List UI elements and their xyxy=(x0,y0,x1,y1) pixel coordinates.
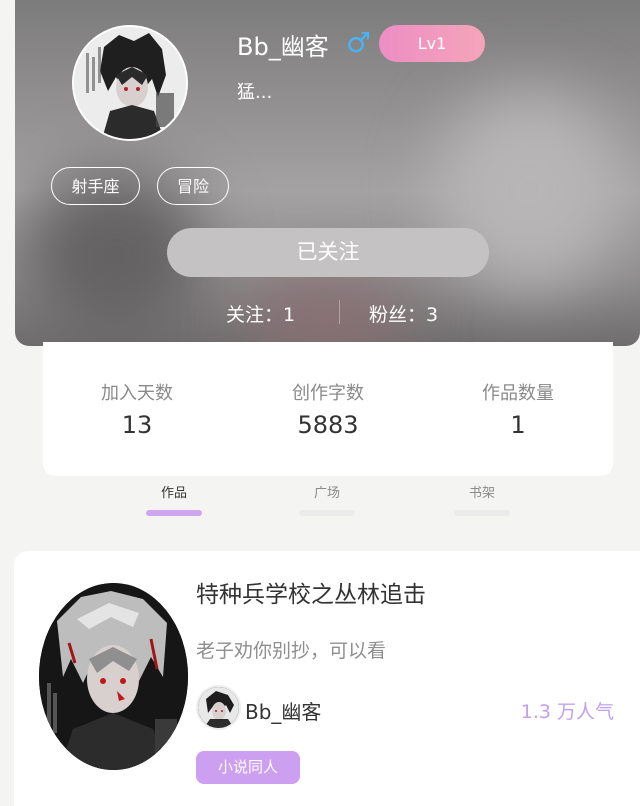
level-badge: Lv1 xyxy=(379,25,485,62)
stats-card: 加入天数 13 创作字数 5883 作品数量 1 xyxy=(43,342,613,476)
followers-count[interactable]: 粉丝：3 xyxy=(369,300,438,327)
cover-illustration xyxy=(39,583,188,770)
stat-word-count: 创作字数 5883 xyxy=(248,382,408,440)
work-card[interactable]: 特种兵学校之丛林追击 老子劝你别抄，可以看 Bb_幽客 1.3 万人气 小说同人 xyxy=(14,551,640,806)
stat-join-days: 加入天数 13 xyxy=(57,382,217,440)
stat-works-count: 作品数量 1 xyxy=(438,382,598,440)
avatar-illustration xyxy=(74,27,186,139)
popularity-count: 1.3 万人气 xyxy=(520,701,614,723)
tab-indicator-active xyxy=(146,510,202,516)
stat-label: 作品数量 xyxy=(482,383,554,404)
tab-indicator xyxy=(454,510,510,516)
tag-zodiac[interactable]: 射手座 xyxy=(51,167,140,205)
author-avatar[interactable] xyxy=(196,685,241,730)
stat-value: 13 xyxy=(121,411,153,439)
username: Bb_幽客 xyxy=(237,33,329,61)
stats-divider xyxy=(339,300,340,324)
stat-label: 创作字数 xyxy=(292,383,364,404)
work-title[interactable]: 特种兵学校之丛林追击 xyxy=(196,575,426,609)
author-avatar-illustration xyxy=(198,687,239,728)
follow-button[interactable]: 已关注 xyxy=(167,228,489,277)
following-count[interactable]: 关注：1 xyxy=(226,300,295,327)
tab-bookshelf[interactable]: 书架 xyxy=(442,482,522,501)
stat-label: 加入天数 xyxy=(101,383,173,404)
work-description: 老子劝你别抄，可以看 xyxy=(196,640,387,662)
user-bio: 猛... xyxy=(237,82,273,103)
tab-indicator xyxy=(299,510,355,516)
genre-tag[interactable]: 小说同人 xyxy=(196,751,300,784)
author-name[interactable]: Bb_幽客 xyxy=(245,696,321,725)
stat-value: 5883 xyxy=(297,411,359,439)
user-avatar[interactable] xyxy=(72,25,188,141)
male-icon: ♂ xyxy=(346,26,372,59)
tab-plaza[interactable]: 广场 xyxy=(287,482,367,501)
stat-value: 1 xyxy=(510,411,526,439)
work-cover[interactable] xyxy=(39,583,188,770)
tab-works[interactable]: 作品 xyxy=(134,482,214,501)
tag-adventure[interactable]: 冒险 xyxy=(157,167,229,205)
